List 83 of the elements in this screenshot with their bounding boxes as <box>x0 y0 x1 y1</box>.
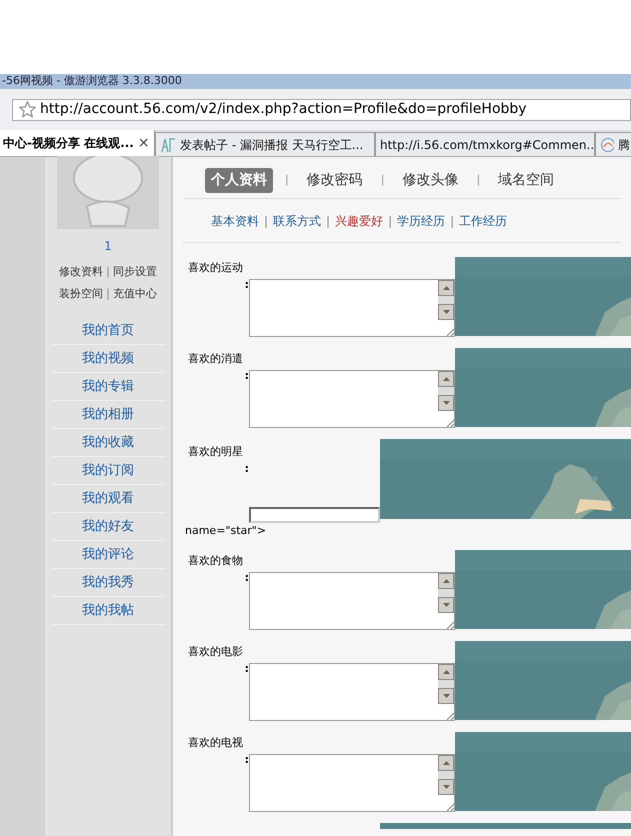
separator: | <box>285 172 289 188</box>
scroll-down-icon[interactable] <box>438 688 454 704</box>
sidebar-menu-item[interactable]: 我的相册 <box>82 404 134 424</box>
separator: | <box>264 212 268 230</box>
profile-tab[interactable]: 域名空间 <box>492 168 560 193</box>
colon: : <box>244 570 249 586</box>
window-title: -56网视频 - 傲游浏览器 3.3.8.3000 <box>2 73 182 90</box>
star-icon[interactable] <box>19 101 36 118</box>
scroll-up-icon[interactable] <box>438 664 454 680</box>
scroll-up-icon[interactable] <box>438 280 454 296</box>
sidebar-link[interactable]: 充值中心 <box>112 287 157 300</box>
separator: | <box>380 172 384 188</box>
colon: : <box>244 368 249 384</box>
scroll-down-icon[interactable] <box>438 597 454 613</box>
browser-tab[interactable]: http://i.56.com/tmxkorg#Commen... <box>375 132 595 156</box>
section-tab[interactable]: 学历经历 <box>397 212 446 230</box>
sidebar-link[interactable]: 装扮空间 <box>59 287 104 300</box>
text-area[interactable] <box>249 279 455 337</box>
profile-tab[interactable]: 个人资料 <box>205 168 273 193</box>
text-area[interactable] <box>249 370 455 428</box>
field-label: 喜欢的食物 <box>188 553 243 569</box>
sidebar-menu-item[interactable]: 我的收藏 <box>82 432 134 452</box>
resize-grip-icon[interactable] <box>446 419 454 427</box>
sidebar-menu-item[interactable]: 我的观看 <box>82 488 134 508</box>
scroll-up-icon[interactable] <box>438 371 454 387</box>
section-tab[interactable]: 基本资料 <box>211 212 259 230</box>
text-area[interactable] <box>249 754 455 812</box>
sidebar-menu-item[interactable]: 我的视频 <box>82 348 134 368</box>
sidebar-menu-item[interactable]: 我的评论 <box>82 544 134 564</box>
tab-logo-icon <box>160 136 176 152</box>
sidebar-menu-item[interactable]: 我的首页 <box>82 320 134 340</box>
close-icon[interactable]: × <box>138 132 150 154</box>
scroll-track <box>438 771 454 779</box>
text-area[interactable] <box>249 572 455 630</box>
scroll-down-icon[interactable] <box>438 395 454 411</box>
sidebar-link[interactable]: 同步设置 <box>112 265 157 278</box>
browser-tab[interactable]: 中心-视频分享 在线观... × <box>0 130 155 156</box>
section-tab[interactable]: 联系方式 <box>273 212 322 230</box>
sidebar-menu-item[interactable]: 我的好友 <box>82 516 134 536</box>
scroll-up-icon[interactable] <box>438 573 454 589</box>
scroll-track <box>438 680 454 688</box>
text-area[interactable] <box>249 663 455 721</box>
globe-icon <box>600 136 614 152</box>
input-field[interactable] <box>249 507 380 523</box>
scroll-down-icon[interactable] <box>438 304 454 320</box>
field-label: 喜欢的电视 <box>188 735 243 751</box>
profile-tab[interactable]: 修改头像 <box>396 168 464 193</box>
separator: | <box>106 265 110 278</box>
scroll-down-icon[interactable] <box>438 779 454 795</box>
field-label: 喜欢的运动 <box>188 260 243 276</box>
browser-tab[interactable]: 发表帖子 - 漏洞播报 天马行空工... <box>155 132 375 156</box>
colon: : <box>244 276 249 292</box>
section-tab[interactable]: 工作经历 <box>459 212 508 230</box>
separator: | <box>106 287 110 300</box>
sidebar-menu-item[interactable]: 我的订阅 <box>82 460 134 480</box>
sidebar-menu-item[interactable]: 我的我帖 <box>82 600 134 620</box>
separator: | <box>326 212 330 230</box>
colon: : <box>244 460 249 476</box>
sidebar-menu-item[interactable]: 我的我秀 <box>82 572 134 592</box>
separator: | <box>450 212 454 230</box>
resize-grip-icon[interactable] <box>446 621 454 629</box>
field-label: 喜欢的电影 <box>188 644 243 660</box>
field-label: 喜欢的消遣 <box>188 351 243 367</box>
scroll-track <box>438 296 454 304</box>
scroll-track <box>438 387 454 395</box>
user-name-link[interactable]: 1 <box>104 237 112 255</box>
scroll-track <box>438 589 454 597</box>
resize-grip-icon[interactable] <box>446 803 454 811</box>
separator: | <box>476 172 480 188</box>
browser-tab[interactable]: 腾 <box>595 132 631 156</box>
section-tab[interactable]: 兴趣爱好 <box>335 212 384 230</box>
sidebar-link[interactable]: 修改资料 <box>59 265 104 278</box>
stray-markup-text: name="star"> <box>184 523 268 539</box>
resize-grip-icon[interactable] <box>446 712 454 720</box>
separator: | <box>388 212 392 230</box>
profile-tab[interactable]: 修改密码 <box>300 168 369 193</box>
resize-grip-icon[interactable] <box>446 328 454 336</box>
scroll-up-icon[interactable] <box>438 755 454 771</box>
sidebar-menu-item[interactable]: 我的专辑 <box>82 376 134 396</box>
colon: : <box>244 660 249 676</box>
field-label: 喜欢的明星 <box>188 444 243 460</box>
address-field[interactable]: http://account.56.com/v2/index.php?action=Profile&do=profileHobby <box>12 98 631 120</box>
colon: : <box>244 752 249 768</box>
